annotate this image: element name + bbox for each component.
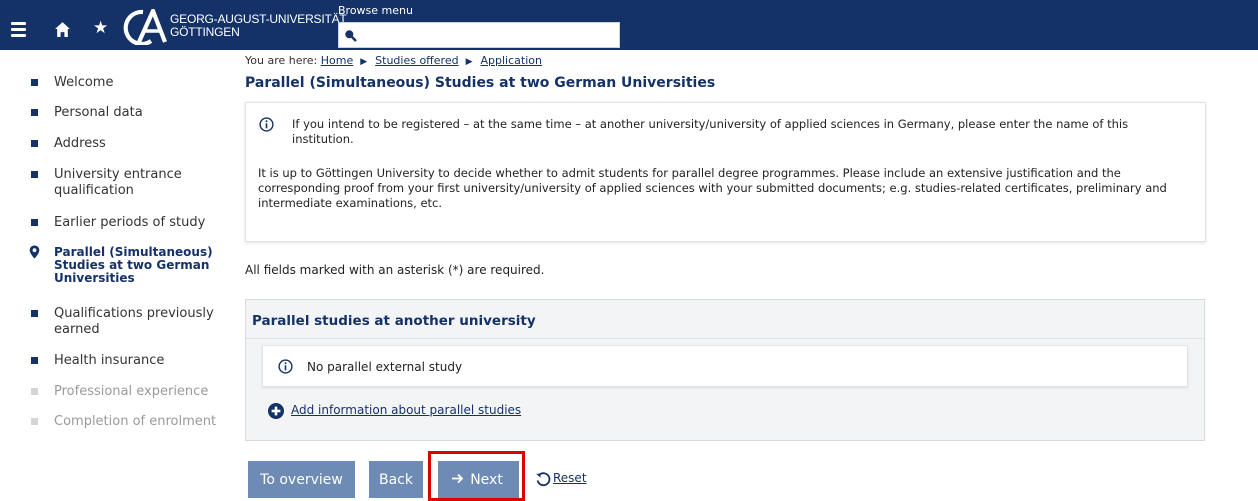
breadcrumb-prefix: You are here: [245, 54, 318, 67]
plus-circle-icon [268, 403, 284, 419]
sidebar-item-label: Welcome [54, 75, 114, 90]
sidebar-item-label: Health insurance [54, 353, 165, 368]
sidebar-item-label: Completion of enrolment [54, 414, 217, 429]
bullet-icon [31, 171, 38, 178]
info-icon [278, 359, 293, 374]
section-title: Parallel studies at another university [252, 313, 536, 329]
sidebar-item-label: Address [54, 136, 106, 151]
info-panel: If you intend to be registered – at the … [245, 102, 1206, 242]
add-link-label: Add information about parallel studies [291, 403, 522, 417]
sidebar-item-label: Parallel (Simultaneous) Studies at two G… [54, 245, 213, 285]
chevron-right-icon: ▶ [360, 57, 368, 67]
breadcrumb-home[interactable]: Home [321, 54, 353, 67]
reset-link-label: Reset [553, 471, 587, 485]
browse-menu-search[interactable] [338, 22, 620, 48]
parallel-studies-section: Parallel studies at another university N… [245, 299, 1205, 441]
star-icon[interactable]: ★ [93, 18, 108, 38]
university-name: GEORG-AUGUST-UNIVERSITÄT GÖTTINGEN [170, 13, 347, 39]
bullet-icon [31, 79, 38, 86]
chevron-right-icon: ▶ [465, 57, 473, 67]
university-name-line2: GÖTTINGEN [170, 25, 240, 39]
sidebar-item-label: Qualifications previously earned [54, 306, 214, 337]
hamburger-icon[interactable] [11, 22, 26, 38]
top-navigation-bar: ★ GEORG-AUGUST-UNIVERSITÄT GÖTTINGEN Bro… [0, 0, 1258, 50]
empty-list-message: No parallel external study [307, 360, 463, 374]
sidebar-item-label: Personal data [54, 105, 143, 120]
info-text-registration: If you intend to be registered – at the … [292, 117, 1129, 146]
reset-icon [536, 472, 551, 487]
bullet-icon [31, 310, 38, 317]
bullet-icon [31, 140, 38, 147]
section-divider [246, 338, 1204, 339]
breadcrumb-application[interactable]: Application [481, 54, 542, 67]
info-text-admission: It is up to Göttingen University to deci… [258, 166, 1167, 210]
browse-menu-label: Browse menu [338, 4, 413, 17]
bullet-icon [31, 109, 38, 116]
parallel-studies-list: No parallel external study [262, 345, 1188, 387]
bullet-icon [31, 388, 38, 395]
page-title: Parallel (Simultaneous) Studies at two G… [245, 75, 716, 91]
next-button[interactable]: Next [438, 461, 519, 498]
sidebar-item-label: Professional experience [54, 384, 209, 399]
search-icon [345, 30, 357, 42]
sidebar-item-label: University entrance qualification [54, 167, 182, 198]
bullet-icon [31, 418, 38, 425]
arrow-right-icon [452, 473, 464, 484]
info-icon [259, 117, 274, 132]
location-pin-icon [29, 245, 40, 259]
to-overview-button[interactable]: To overview [248, 461, 355, 498]
home-icon[interactable] [54, 21, 71, 38]
back-button[interactable]: Back [369, 461, 423, 498]
required-fields-note: All fields marked with an asterisk (*) a… [245, 263, 545, 277]
sidebar-item-label: Earlier periods of study [54, 215, 206, 230]
bullet-icon [31, 357, 38, 364]
bullet-icon [31, 219, 38, 226]
browse-menu-input[interactable] [361, 25, 615, 45]
breadcrumb-studies-offered[interactable]: Studies offered [375, 54, 458, 67]
next-button-label: Next [470, 471, 503, 488]
university-logo[interactable] [113, 9, 169, 45]
breadcrumb: You are here: Home ▶ Studies offered ▶ Appli… [245, 53, 542, 70]
